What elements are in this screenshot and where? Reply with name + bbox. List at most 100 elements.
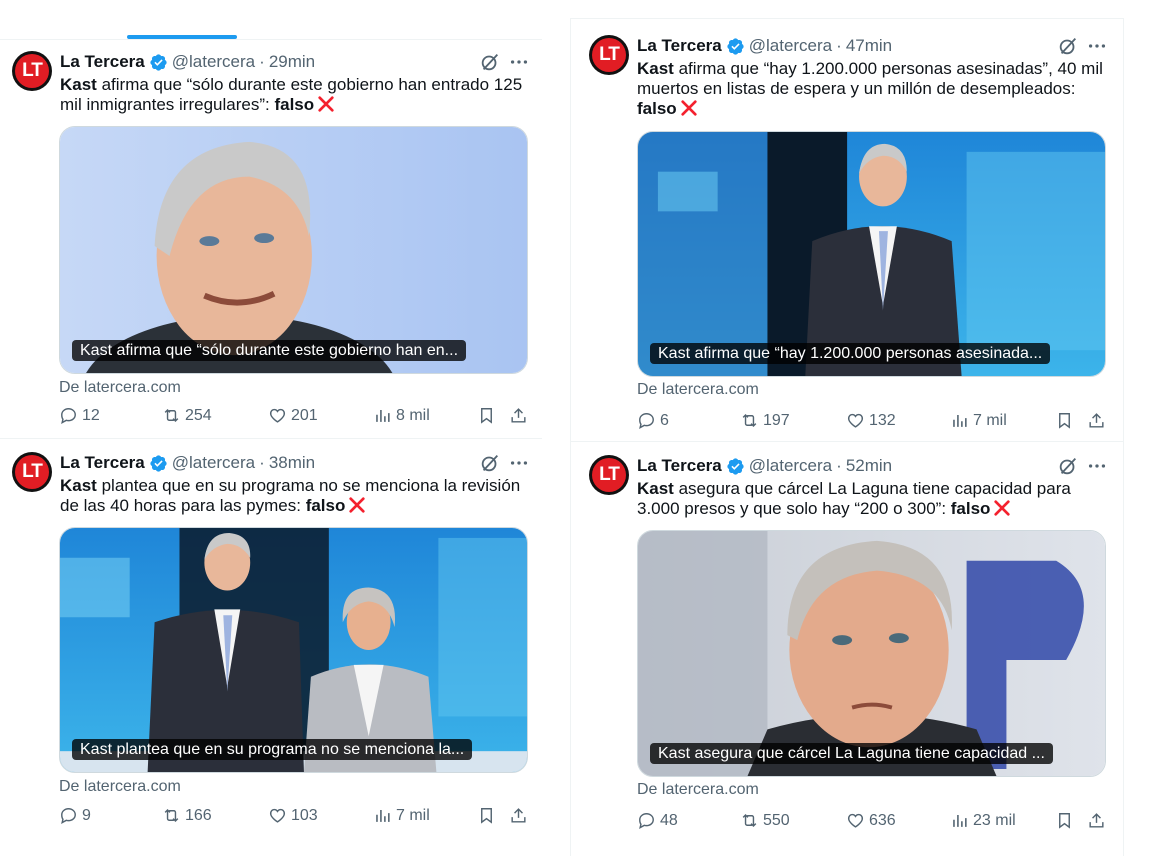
timestamp[interactable]: 52min <box>846 456 892 476</box>
views-chart-icon <box>376 409 390 422</box>
grok-icon[interactable] <box>479 51 501 73</box>
reply-button[interactable]: 12 <box>59 406 100 425</box>
timestamp[interactable]: 47min <box>846 36 892 56</box>
author-handle[interactable]: @latercera <box>172 453 255 473</box>
grok-icon[interactable] <box>1057 455 1079 477</box>
tweet-text: Kast afirma que “hay 1.200.000 personas … <box>637 59 1103 118</box>
tweet[interactable]: LT La Tercera @latercera · 29min Kast af… <box>12 51 532 431</box>
share-icon <box>1089 413 1104 428</box>
avatar-logo: LT <box>15 455 49 489</box>
tweet[interactable]: LT La Tercera @latercera · 47min Kast af… <box>589 35 1109 435</box>
tweet-header: La Tercera @latercera · 29min <box>60 51 530 73</box>
like-button[interactable]: 132 <box>846 411 896 430</box>
avatar-logo: LT <box>15 54 49 88</box>
column-divider <box>570 18 571 856</box>
share-button[interactable] <box>509 406 528 425</box>
reply-button[interactable]: 9 <box>59 806 91 825</box>
link-card[interactable]: Kast plantea que en su programa no se me… <box>59 527 528 773</box>
avatar[interactable]: LT <box>589 455 629 495</box>
link-card[interactable]: Kast afirma que “sólo durante este gobie… <box>59 126 528 374</box>
cross-mark-icon <box>994 500 1011 516</box>
column-divider <box>1123 18 1124 856</box>
verified-badge-icon <box>727 37 744 55</box>
share-button[interactable] <box>1087 811 1106 830</box>
reply-icon <box>639 813 654 830</box>
tweet[interactable]: LT La Tercera @latercera · 52min Kast as… <box>589 455 1109 835</box>
separator: · <box>836 36 842 55</box>
views-button[interactable]: 7 mil <box>373 806 430 825</box>
verified-badge-icon <box>150 454 167 472</box>
repost-icon <box>742 813 757 828</box>
separator: · <box>836 456 842 475</box>
tweet-header: La Tercera @latercera · 52min <box>637 455 1107 477</box>
divider <box>570 18 1124 19</box>
more-options-icon[interactable] <box>1086 455 1108 477</box>
tweet-actions: 6 197 132 7 mil <box>637 411 1107 433</box>
grok-icon[interactable] <box>1057 35 1079 57</box>
repost-button[interactable]: 166 <box>162 806 212 825</box>
share-button[interactable] <box>1087 411 1106 430</box>
repost-icon <box>164 408 179 423</box>
like-button[interactable]: 201 <box>268 406 318 425</box>
cross-mark-icon <box>318 96 334 112</box>
more-options-icon[interactable] <box>508 452 530 474</box>
card-source[interactable]: De latercera.com <box>59 778 181 796</box>
bookmark-button[interactable] <box>477 806 496 825</box>
tweet[interactable]: LT La Tercera @latercera · 38min Kast pl… <box>12 452 532 832</box>
views-button[interactable]: 7 mil <box>950 411 1007 430</box>
author-handle[interactable]: @latercera <box>172 52 255 72</box>
heart-icon <box>269 408 286 423</box>
author-name[interactable]: La Tercera <box>60 453 145 473</box>
card-source[interactable]: De latercera.com <box>637 381 759 399</box>
divider <box>570 441 1124 442</box>
tweet-actions: 9 166 103 7 mil <box>59 806 529 828</box>
author-handle[interactable]: @latercera <box>749 36 832 56</box>
author-name[interactable]: La Tercera <box>60 52 145 72</box>
reply-button[interactable]: 6 <box>637 411 669 430</box>
article-photo <box>60 127 527 373</box>
bookmark-button[interactable] <box>1055 411 1074 430</box>
author-name[interactable]: La Tercera <box>637 456 722 476</box>
avatar[interactable]: LT <box>12 51 52 91</box>
timestamp[interactable]: 29min <box>269 52 315 72</box>
avatar[interactable]: LT <box>12 452 52 492</box>
repost-icon <box>164 808 179 823</box>
divider <box>0 39 542 40</box>
repost-icon <box>742 413 757 428</box>
article-photo <box>638 132 1105 376</box>
views-button[interactable]: 23 mil <box>950 811 1016 830</box>
repost-button[interactable]: 550 <box>740 811 790 830</box>
card-caption: Kast plantea que en su programa no se me… <box>72 739 473 760</box>
heart-icon <box>269 808 286 823</box>
like-button[interactable]: 636 <box>846 811 896 830</box>
reply-icon <box>639 413 654 430</box>
reply-button[interactable]: 48 <box>637 811 678 830</box>
tweet-text: Kast afirma que “sólo durante este gobie… <box>60 75 523 114</box>
grok-icon[interactable] <box>479 452 501 474</box>
more-options-icon[interactable] <box>1086 35 1108 57</box>
bookmark-icon <box>1059 413 1070 429</box>
card-source[interactable]: De latercera.com <box>637 781 759 799</box>
repost-button[interactable]: 197 <box>740 411 790 430</box>
divider <box>0 438 542 439</box>
like-button[interactable]: 103 <box>268 806 318 825</box>
views-button[interactable]: 8 mil <box>373 406 430 425</box>
bookmark-icon <box>481 808 492 824</box>
repost-button[interactable]: 254 <box>162 406 212 425</box>
separator: · <box>259 52 265 71</box>
tweet-actions: 12 254 201 8 mil <box>59 406 529 428</box>
link-card[interactable]: Kast afirma que “hay 1.200.000 personas … <box>637 131 1106 377</box>
bookmark-button[interactable] <box>477 406 496 425</box>
timestamp[interactable]: 38min <box>269 453 315 473</box>
link-card[interactable]: Kast asegura que cárcel La Laguna tiene … <box>637 530 1106 777</box>
share-icon <box>511 408 526 423</box>
author-handle[interactable]: @latercera <box>749 456 832 476</box>
card-source[interactable]: De latercera.com <box>59 379 181 397</box>
more-options-icon[interactable] <box>508 51 530 73</box>
bookmark-button[interactable] <box>1055 811 1074 830</box>
views-chart-icon <box>953 814 967 827</box>
avatar[interactable]: LT <box>589 35 629 75</box>
author-name[interactable]: La Tercera <box>637 36 722 56</box>
share-button[interactable] <box>509 806 528 825</box>
heart-icon <box>847 813 864 828</box>
